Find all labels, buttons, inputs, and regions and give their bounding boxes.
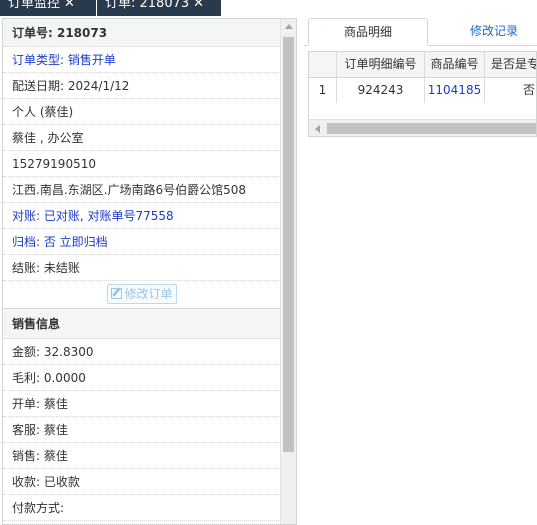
contact-row: 蔡佳 , 办公室 (3, 125, 281, 151)
scroll-up-arrow-icon[interactable] (285, 24, 293, 29)
settlement-row: 结账: 未结账 (3, 255, 281, 281)
grid-header: 订单明细编号 商品编号 是否是专 (309, 52, 536, 78)
product-detail-grid: 订单明细编号 商品编号 是否是专 1 924243 1104185 否 (308, 51, 537, 137)
payment-status-row: 收款: 已收款 (3, 469, 281, 495)
tab-order-monitor[interactable]: 订单监控 ✕ (0, 0, 96, 16)
edit-order-row: 修改订单 (3, 281, 281, 309)
edit-order-label: 修改订单 (124, 287, 173, 301)
gross-profit-row: 毛利: 0.0000 (3, 365, 281, 391)
archive-row[interactable]: 归档: 否 立即归档 (3, 229, 281, 255)
column-header-special-flag[interactable]: 是否是专 (485, 52, 536, 77)
row-index: 1 (309, 78, 337, 103)
delivery-date-row: 配送日期: 2024/1/12 (3, 73, 281, 99)
payment-method-row: 付款方式: (3, 495, 281, 521)
scrollbar-thumb[interactable] (283, 37, 294, 452)
product-id-link[interactable]: 1104185 (425, 78, 485, 103)
tab-order-218073[interactable]: 订单: 218073 ✕ (97, 0, 221, 16)
detail-id-cell: 924243 (337, 78, 425, 103)
salesperson-row: 销售: 蔡佳 (3, 443, 281, 469)
close-icon[interactable]: ✕ (193, 0, 204, 12)
biller-row: 开单: 蔡佳 (3, 391, 281, 417)
tab-order-monitor-label: 订单监控 (8, 0, 61, 11)
top-tab-bar: 订单监控 ✕ 订单: 218073 ✕ (0, 0, 537, 16)
reconcile-row[interactable]: 对账: 已对账, 对账单号77558 (3, 203, 281, 229)
order-number-header: 订单号: 218073 (3, 19, 281, 47)
horizontal-scrollbar[interactable] (309, 119, 536, 136)
detail-tabs: 商品明细 修改记录 (304, 18, 537, 46)
special-flag-cell: 否 (485, 78, 536, 103)
close-icon[interactable]: ✕ (64, 0, 75, 12)
vertical-scrollbar[interactable] (280, 19, 296, 524)
customer-service-row: 客服: 蔡佳 (3, 417, 281, 443)
sales-info-header: 销售信息 (3, 309, 281, 339)
amount-row: 金额: 32.8300 (3, 339, 281, 365)
phone-row: 15279190510 (3, 151, 281, 177)
column-header-product-id[interactable]: 商品编号 (425, 52, 485, 77)
address-row: 江西.南昌.东湖区.广场南路6号伯爵公馆508 (3, 177, 281, 203)
tab-product-details[interactable]: 商品明细 (308, 18, 428, 46)
edit-order-button[interactable]: 修改订单 (107, 284, 177, 304)
scroll-left-arrow-icon[interactable] (315, 125, 320, 133)
column-header-index (309, 52, 337, 77)
order-type-row[interactable]: 订单类型: 销售开单 (3, 47, 281, 73)
column-header-detail-id[interactable]: 订单明细编号 (337, 52, 425, 77)
tab-change-log[interactable]: 修改记录 (434, 18, 537, 46)
horizontal-scrollbar-thumb[interactable] (327, 123, 536, 134)
order-detail-panel: 商品明细 修改记录 订单明细编号 商品编号 是否是专 1 924243 1104… (300, 18, 537, 525)
customer-row: 个人 (蔡佳) (3, 99, 281, 125)
edit-icon (111, 288, 123, 299)
table-row[interactable]: 1 924243 1104185 否 (309, 78, 536, 103)
order-info-panel: 订单号: 218073 订单类型: 销售开单 配送日期: 2024/1/12 个… (2, 18, 297, 525)
tab-order-218073-label: 订单: 218073 (105, 0, 190, 11)
